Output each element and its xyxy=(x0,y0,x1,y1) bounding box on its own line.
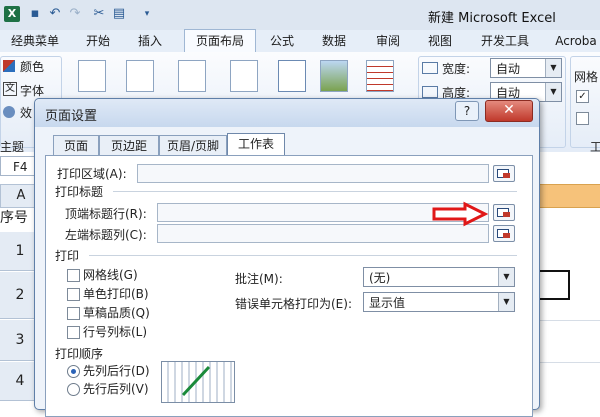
tab-acrobat[interactable]: Acroba xyxy=(552,30,600,52)
tab-header-footer[interactable]: 页眉/页脚 xyxy=(159,135,227,156)
theme-fonts-button[interactable]: 字体 xyxy=(20,82,44,99)
grid-line xyxy=(538,320,600,321)
print-area-icon[interactable] xyxy=(230,60,258,92)
background-icon[interactable] xyxy=(320,60,348,92)
black-and-white-label: 单色打印(B) xyxy=(83,287,149,301)
over-then-down-radio[interactable] xyxy=(67,383,80,396)
divider xyxy=(89,255,517,256)
column-header-selected[interactable] xyxy=(536,184,600,208)
name-box[interactable]: F4 xyxy=(0,156,36,176)
red-arrow-annotation xyxy=(432,201,489,227)
tab-margins[interactable]: 页边距 xyxy=(99,135,159,156)
cell-errors-label: 错误单元格打印为(E): xyxy=(235,297,352,311)
cell-errors-value: 显示值 xyxy=(369,296,406,310)
chevron-down-icon: ▼ xyxy=(545,59,561,77)
tab-insert[interactable]: 插入 xyxy=(128,30,172,52)
tab-sheet[interactable]: 工作表 xyxy=(227,133,285,157)
chevron-down-icon: ▼ xyxy=(498,293,514,311)
tab-classic-menu[interactable]: 经典菜单 xyxy=(4,30,66,52)
help-button[interactable]: ? xyxy=(455,101,479,121)
row-col-headings-label: 行号列标(L) xyxy=(83,325,148,339)
print-titles-group: 打印标题 xyxy=(55,185,104,199)
colors-icon xyxy=(3,60,15,72)
print-area-label: 打印区域(A): xyxy=(57,167,127,181)
width-icon xyxy=(422,62,438,74)
top-rows-label: 顶端标题行(R): xyxy=(65,207,147,221)
down-then-over-radio[interactable] xyxy=(67,365,80,378)
gridlines-checkbox[interactable] xyxy=(67,269,80,282)
page-order-group: 打印顺序 xyxy=(55,347,104,361)
black-and-white-checkbox[interactable] xyxy=(67,288,80,301)
comments-value: (无) xyxy=(369,271,391,285)
theme-colors-button[interactable]: 颜色 xyxy=(20,58,44,75)
redo-icon[interactable]: ↷ xyxy=(66,5,84,23)
cell-errors-select[interactable]: 显示值 ▼ xyxy=(363,292,515,312)
close-button[interactable]: ✕ xyxy=(485,100,533,122)
chevron-down-icon: ▼ xyxy=(545,83,561,101)
row-col-headings-checkbox[interactable] xyxy=(67,326,80,339)
arrow-shape xyxy=(432,201,489,227)
print-area-field[interactable] xyxy=(137,164,489,183)
theme-effects-button[interactable]: 效 xyxy=(20,104,32,121)
quick-access-dropdown-icon[interactable]: ▾ xyxy=(138,5,156,23)
tab-data[interactable]: 数据 xyxy=(312,30,356,52)
size-icon[interactable] xyxy=(178,60,206,92)
page-order-arrow-icon xyxy=(181,365,211,397)
width-label: 宽度: xyxy=(442,62,471,76)
over-then-down-label: 先行后列(V) xyxy=(83,382,149,396)
gridlines-view-checkbox[interactable]: ✓ xyxy=(576,90,589,103)
grid-line xyxy=(538,362,600,363)
width-select[interactable]: 自动 ▼ xyxy=(490,58,562,78)
divider xyxy=(113,191,517,192)
cut-icon[interactable]: ✂ xyxy=(90,5,108,23)
ribbon-tab-bar: 经典菜单 开始 插入 页面布局 公式 数据 审阅 视图 开发工具 Acroba xyxy=(0,29,600,54)
save-icon[interactable]: ▪ xyxy=(26,5,44,23)
height-icon xyxy=(422,86,438,98)
orientation-icon[interactable] xyxy=(126,60,154,92)
chevron-down-icon: ▼ xyxy=(498,268,514,286)
gridlines-label: 网格线(G) xyxy=(83,268,138,282)
fonts-icon: 文 xyxy=(3,82,17,96)
print-area-picker-icon[interactable] xyxy=(493,165,515,182)
comments-select[interactable]: (无) ▼ xyxy=(363,267,515,287)
tab-home[interactable]: 开始 xyxy=(76,30,120,52)
left-cols-label: 左端标题列(C): xyxy=(65,228,147,242)
width-value: 自动 xyxy=(496,62,521,76)
paste-icon[interactable]: ▤ xyxy=(110,5,128,23)
margins-icon[interactable] xyxy=(78,60,106,92)
breaks-icon[interactable] xyxy=(278,60,306,92)
tab-developer[interactable]: 开发工具 xyxy=(474,30,536,52)
tab-page[interactable]: 页面 xyxy=(53,135,99,156)
tab-review[interactable]: 审阅 xyxy=(366,30,410,52)
print-titles-icon[interactable] xyxy=(366,60,394,92)
tab-page-layout[interactable]: 页面布局 xyxy=(184,29,256,54)
gridlines-print-checkbox[interactable] xyxy=(576,112,589,125)
dialog-title: 页面设置 xyxy=(45,109,98,124)
page-setup-dialog: 页面设置 ? ✕ 页面 页边距 页眉/页脚 工作表 打印区域(A): 打印标题 … xyxy=(34,98,540,417)
draft-quality-label: 草稿品质(Q) xyxy=(83,306,150,320)
undo-icon[interactable]: ↶ xyxy=(46,5,64,23)
gridlines-label: 网格 xyxy=(574,70,599,84)
active-cell-border xyxy=(538,270,570,300)
tab-view[interactable]: 视图 xyxy=(418,30,462,52)
top-rows-picker-icon[interactable] xyxy=(493,204,515,221)
excel-app-icon[interactable]: X xyxy=(4,6,20,22)
print-group: 打印 xyxy=(55,249,80,263)
window-title: 新建 Microsoft Excel xyxy=(428,11,556,26)
left-cols-picker-icon[interactable] xyxy=(493,225,515,242)
effects-icon xyxy=(3,106,15,118)
comments-label: 批注(M): xyxy=(235,272,283,286)
draft-quality-checkbox[interactable] xyxy=(67,307,80,320)
down-then-over-label: 先列后行(D) xyxy=(83,364,150,378)
tab-formulas[interactable]: 公式 xyxy=(260,30,304,52)
window-title-bar: X ▪ ↶ ↷ ✂ ▤ ▾ 新建 Microsoft Excel xyxy=(0,0,600,31)
